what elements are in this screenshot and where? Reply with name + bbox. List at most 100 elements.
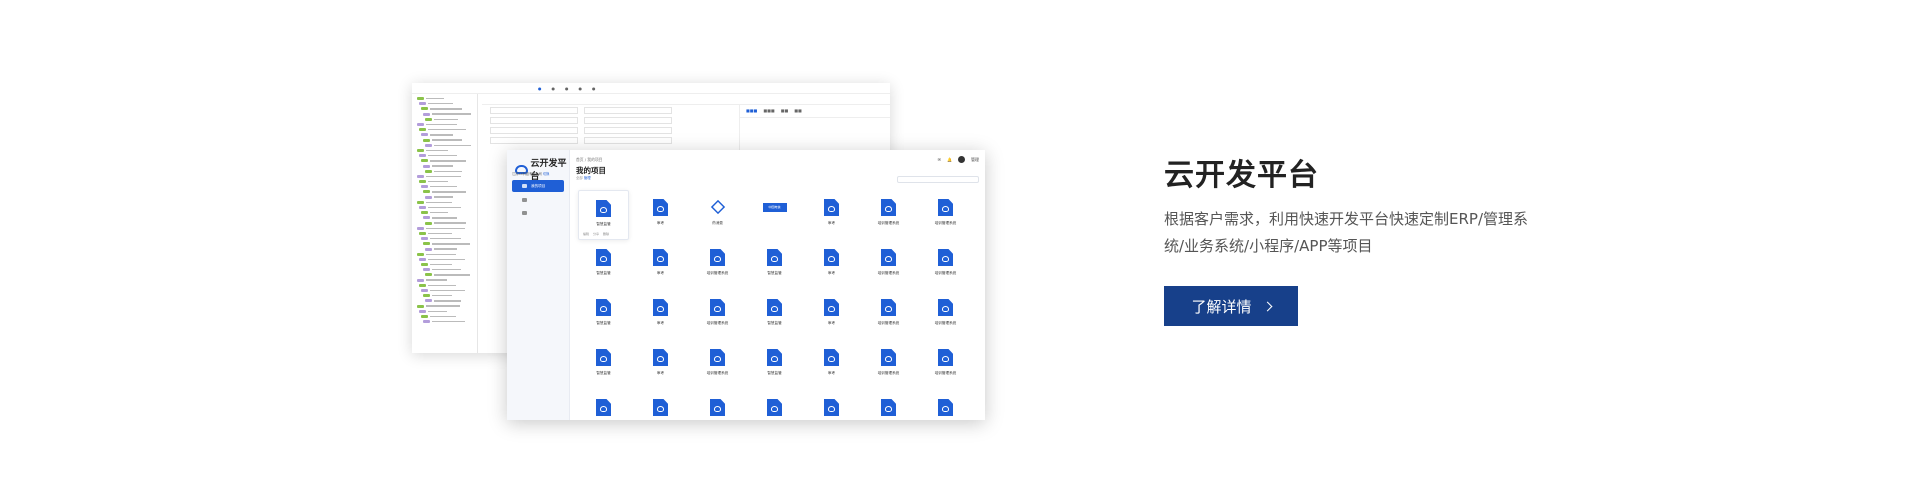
bell-icon[interactable]: 🔔: [947, 157, 952, 162]
project-card[interactable]: 审考: [632, 290, 689, 340]
back-tree: [412, 94, 478, 353]
project-name: 培训管理系统: [706, 321, 729, 325]
avatar[interactable]: [958, 156, 965, 163]
project-card[interactable]: [632, 390, 689, 420]
logo-text: 云开发平台: [530, 159, 567, 182]
project-card[interactable]: 智慧监管编辑 分享 删除: [578, 190, 629, 240]
project-card[interactable]: 审考: [803, 240, 860, 290]
content-header: 首页 / 我的项目 我的项目 全部 管理 ✉ 🔔 管理: [569, 150, 985, 183]
tree-tag-icon: [425, 221, 432, 225]
project-name: 审考: [656, 221, 665, 225]
tree-tag-icon: [423, 138, 430, 142]
project-card[interactable]: 培训管理系统: [917, 340, 974, 390]
project-card[interactable]: 智慧监管: [746, 340, 803, 390]
project-card[interactable]: [575, 390, 632, 420]
search-input[interactable]: [897, 176, 979, 183]
project-doc-icon: [653, 299, 668, 316]
project-card[interactable]: [746, 390, 803, 420]
tree-tag-icon: [417, 200, 424, 204]
tree-tag-icon: [417, 97, 424, 101]
project-card[interactable]: 培训管理系统: [917, 290, 974, 340]
project-doc-icon: [653, 399, 668, 416]
project-doc-icon: [881, 249, 896, 266]
project-card[interactable]: 智慧监管: [746, 240, 803, 290]
project-card[interactable]: 审考: [632, 240, 689, 290]
project-doc-icon: [653, 199, 668, 216]
project-card[interactable]: 智慧监管: [746, 290, 803, 340]
message-icon[interactable]: ✉: [938, 157, 941, 162]
company-switch-link[interactable]: 切换: [543, 172, 549, 176]
project-doc-icon: [938, 349, 953, 366]
project-card[interactable]: 培训管理系统: [689, 290, 746, 340]
project-card[interactable]: 智慧监管: [575, 340, 632, 390]
project-name: 智慧监管: [767, 371, 782, 375]
project-card[interactable]: 审考: [632, 340, 689, 390]
tree-tag-icon: [419, 283, 426, 287]
project-doc-icon: [824, 199, 839, 216]
project-card[interactable]: 智慧监管: [575, 290, 632, 340]
project-card[interactable]: 审考: [803, 190, 860, 240]
nav-item-my-projects[interactable]: 我的项目: [512, 180, 564, 192]
tree-tag-icon: [425, 117, 432, 121]
project-card[interactable]: 培训管理系统: [860, 340, 917, 390]
tree-tag-icon: [417, 278, 424, 282]
project-name: 审考: [827, 221, 836, 225]
project-card[interactable]: 中国电信: [746, 190, 803, 240]
project-doc-icon: [596, 299, 611, 316]
project-doc-icon: [881, 399, 896, 416]
card-action-1[interactable]: 分享: [593, 232, 599, 236]
project-card-actions: 编辑 分享 删除: [583, 232, 609, 236]
tree-tag-icon: [419, 180, 426, 184]
project-name: 智慧监管: [596, 371, 611, 375]
project-doc-icon: [767, 349, 782, 366]
tree-tag-icon: [423, 216, 430, 220]
tree-tag-icon: [421, 314, 428, 318]
project-name: 培训管理系统: [934, 371, 957, 375]
nav-item-2[interactable]: [512, 194, 564, 206]
project-card[interactable]: 药消费: [689, 190, 746, 240]
card-action-2[interactable]: 删除: [603, 232, 609, 236]
project-card[interactable]: 培训管理系统: [917, 240, 974, 290]
project-doc-icon: [938, 399, 953, 416]
tree-tag-icon: [421, 263, 428, 267]
project-card[interactable]: 审考: [803, 290, 860, 340]
project-card[interactable]: 培训管理系统: [860, 240, 917, 290]
project-doc-icon: [653, 249, 668, 266]
project-name: 智慧监管: [767, 271, 782, 275]
project-card[interactable]: [689, 390, 746, 420]
project-name: 智慧监管: [596, 222, 611, 226]
project-card[interactable]: 培训管理系统: [860, 190, 917, 240]
sidebar: 云开发平台 江苏XX科技有限公司 切换 我的项目: [507, 150, 570, 420]
project-name: 培训管理系统: [877, 221, 900, 225]
project-card[interactable]: 培训管理系统: [917, 190, 974, 240]
project-name: 培训管理系统: [934, 321, 957, 325]
company-name: 江苏XX科技有限公司 切换: [512, 172, 550, 176]
card-action-0[interactable]: 编辑: [583, 232, 589, 236]
project-card[interactable]: 培训管理系统: [860, 290, 917, 340]
project-card[interactable]: 智慧监管: [575, 240, 632, 290]
project-doc-icon: [596, 349, 611, 366]
project-card[interactable]: 审考: [803, 340, 860, 390]
project-doc-icon: [653, 349, 668, 366]
project-card[interactable]: 培训管理系统: [689, 340, 746, 390]
project-name: 智慧监管: [767, 321, 782, 325]
tree-row[interactable]: [415, 319, 474, 324]
project-doc-icon: [596, 249, 611, 266]
project-name: 审考: [827, 321, 836, 325]
project-name: 审考: [656, 271, 665, 275]
manage-link[interactable]: 管理: [584, 176, 591, 180]
user-name[interactable]: 管理: [971, 157, 979, 163]
nav-item-3[interactable]: [512, 207, 564, 219]
project-card[interactable]: 培训管理系统: [689, 240, 746, 290]
tree-tag-icon: [423, 112, 430, 116]
project-card[interactable]: [803, 390, 860, 420]
project-card[interactable]: [860, 390, 917, 420]
project-doc-icon: [710, 249, 725, 266]
tree-tag-icon: [419, 309, 426, 313]
project-card[interactable]: 审考: [632, 190, 689, 240]
learn-more-button[interactable]: 了解详情: [1164, 286, 1298, 326]
project-name: 智慧监管: [596, 321, 611, 325]
tree-tag-icon: [419, 154, 426, 158]
hero-title: 云开发平台: [1164, 158, 1319, 193]
project-card[interactable]: [917, 390, 974, 420]
